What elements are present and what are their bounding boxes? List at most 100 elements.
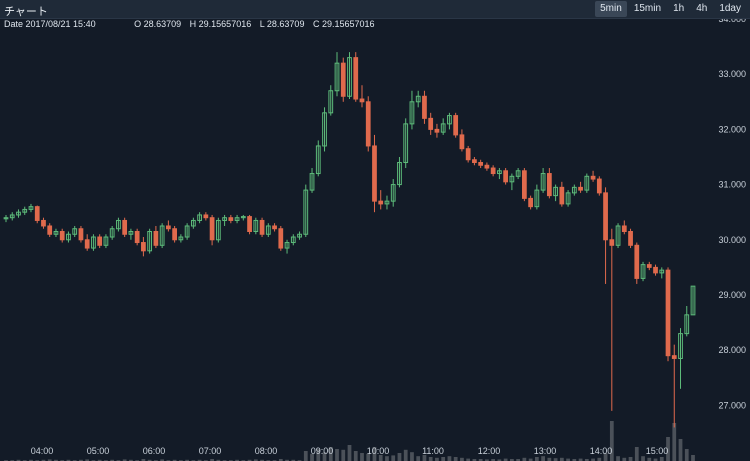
candle-body[interactable] (434, 128, 440, 133)
y-tick-label: 28.000 (718, 345, 746, 355)
candle-body[interactable] (353, 57, 359, 100)
volume-bar (628, 457, 633, 461)
volume-bar (428, 457, 433, 461)
candle-body[interactable] (378, 200, 384, 205)
candle-body[interactable] (422, 95, 427, 119)
candle-body[interactable] (578, 186, 583, 191)
candle-body[interactable] (122, 219, 128, 235)
candle-body[interactable] (41, 219, 46, 227)
volume-bar (416, 456, 421, 461)
candle-body[interactable] (278, 228, 284, 249)
candle-body[interactable] (172, 228, 178, 241)
y-tick-label: 32.000 (718, 124, 746, 134)
candle-body[interactable] (465, 148, 471, 161)
candle-body[interactable] (621, 225, 627, 232)
candle-body[interactable] (628, 231, 633, 246)
info-open: O 28.63709 (134, 19, 182, 29)
candle-body[interactable] (153, 231, 159, 246)
x-tick-label: 04:00 (31, 446, 54, 456)
candle-body[interactable] (340, 62, 346, 97)
x-tick-label: 10:00 (367, 446, 390, 456)
candle-body[interactable] (503, 170, 509, 183)
volume-bar (410, 452, 414, 461)
volume-bar (360, 453, 364, 461)
info-close: C 29.15657016 (312, 19, 375, 29)
x-tick-label: 05:00 (87, 446, 110, 456)
candle-body[interactable] (665, 269, 671, 357)
x-tick-label: 07:00 (199, 446, 222, 456)
volume-bar (453, 457, 458, 461)
volume-bar (672, 423, 677, 461)
candle-body[interactable] (97, 236, 103, 246)
volume-bar (385, 456, 389, 461)
volume-bar (678, 439, 683, 461)
candle-body[interactable] (603, 192, 608, 241)
candle-body[interactable] (166, 225, 171, 230)
volume-bar (659, 457, 664, 461)
candle-body[interactable] (453, 115, 459, 136)
candle-body[interactable] (272, 225, 277, 230)
y-tick-label: 34.000 (718, 19, 746, 24)
candle-body[interactable] (671, 355, 677, 359)
timeframe-4h-button[interactable]: 4h (691, 1, 712, 17)
candle-body[interactable] (484, 164, 490, 169)
volume-bar (684, 449, 689, 461)
info-date: Date 2017/08/21 15:40 (4, 19, 96, 29)
candle-body[interactable] (59, 231, 65, 241)
candle-body[interactable] (528, 197, 533, 208)
x-tick-label: 09:00 (311, 446, 334, 456)
candle-body[interactable] (490, 167, 496, 175)
candle-body[interactable] (590, 175, 596, 180)
y-tick-label: 31.000 (718, 180, 746, 190)
candle-body[interactable] (472, 159, 477, 164)
volume-bar (391, 455, 396, 461)
candle-body[interactable] (521, 170, 527, 199)
volume-bar (341, 449, 346, 461)
y-tick-label: 27.000 (718, 400, 746, 410)
candle-body[interactable] (84, 239, 90, 249)
candle-body[interactable] (259, 219, 265, 235)
candle-body[interactable] (228, 217, 234, 221)
x-tick-label: 14:00 (590, 446, 613, 456)
candle-body[interactable] (609, 239, 615, 246)
x-tick-label: 11:00 (422, 446, 444, 456)
x-tick-label: 08:00 (255, 446, 278, 456)
volume-bar (634, 447, 639, 461)
candle-body[interactable] (478, 162, 484, 166)
chart-title: チャート (4, 6, 48, 18)
candle-body[interactable] (559, 186, 565, 205)
candle-body[interactable] (359, 98, 365, 103)
chart-header: チャート 5min 15min 1h 4h 1day (0, 0, 750, 19)
ohlc-info-bar: Date 2017/08/21 15:40 O 28.63709 H 29.15… (4, 19, 381, 29)
timeframe-15min-button[interactable]: 15min (629, 1, 666, 17)
candle-body[interactable] (203, 214, 209, 219)
candle-body[interactable] (78, 228, 84, 241)
candle-body[interactable] (34, 206, 40, 221)
candle-body[interactable] (372, 145, 377, 202)
candle-body[interactable] (634, 244, 640, 279)
x-tick-label: 15:00 (646, 446, 669, 456)
x-tick-label: 12:00 (478, 446, 501, 456)
candle-body[interactable] (653, 266, 658, 274)
candle-body[interactable] (428, 117, 434, 130)
candle-body[interactable] (47, 225, 53, 235)
y-tick-label: 30.000 (718, 235, 746, 245)
candle-body[interactable] (247, 216, 252, 232)
timeframe-5min-button[interactable]: 5min (595, 1, 627, 17)
candle-body[interactable] (209, 217, 215, 241)
timeframe-1h-button[interactable]: 1h (668, 1, 689, 17)
info-low: L 28.63709 (259, 19, 305, 29)
candlestick-chart[interactable]: 27.000 28.000 29.000 30.000 31.000 32.000 33.0… (0, 19, 750, 461)
volume-bar (403, 449, 408, 461)
timeframe-1day-button[interactable]: 1day (714, 1, 746, 17)
candle-body[interactable] (546, 173, 552, 197)
volume-bar (691, 455, 695, 461)
volume-bar (347, 445, 352, 461)
candle-body[interactable] (459, 134, 465, 150)
candle-body[interactable] (596, 178, 602, 194)
candle-body[interactable] (141, 242, 146, 252)
candle-body[interactable] (646, 264, 652, 268)
x-tick-label: 06:00 (143, 446, 166, 456)
candle-body[interactable] (365, 101, 371, 147)
candle-body[interactable] (134, 231, 140, 244)
